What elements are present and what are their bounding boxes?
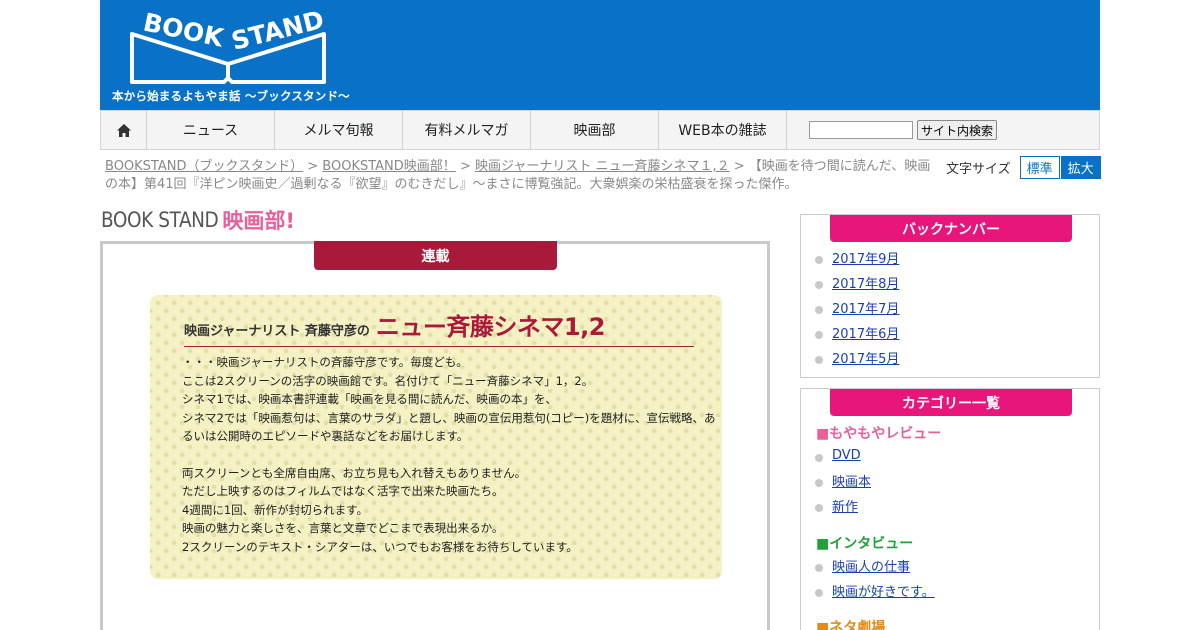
- category-link[interactable]: 映画が好きです。: [832, 581, 935, 600]
- nav-eigabu[interactable]: 映画部: [531, 111, 659, 149]
- intro-line: るいは公開時のエピソードや裏話などをお届けします。: [182, 429, 469, 443]
- breadcrumb-series[interactable]: 映画ジャーナリスト ニュー斉藤シネマ１,２: [475, 159, 730, 174]
- nav-melma-junpo[interactable]: メルマ旬報: [275, 111, 403, 149]
- breadcrumb-separator: >: [307, 159, 319, 174]
- backnumber-link[interactable]: 2017年6月: [832, 323, 899, 342]
- nav-web-hon-no-zasshi[interactable]: WEB本の雑誌: [659, 111, 787, 149]
- bullet-icon: [815, 280, 823, 289]
- category-heading-review: ■もやもやレビュー: [816, 426, 942, 442]
- category-list-interview: 映画人の仕事 映画が好きです。: [815, 553, 935, 603]
- list-item: 新作: [815, 493, 871, 518]
- breadcrumb-separator: >: [733, 159, 745, 174]
- bullet-icon: [815, 503, 823, 512]
- intro-line: シネマ1では、映画本書評連載「映画を見る間に読んだ、映画の本」を、: [182, 392, 557, 406]
- bullet-icon: [815, 305, 823, 314]
- list-item: DVD: [815, 443, 871, 468]
- series-badge: 連載: [314, 241, 557, 270]
- list-item: 映画が好きです。: [815, 578, 935, 603]
- font-size-switcher: 文字サイズ 標準 拡大: [946, 156, 1101, 179]
- section-title-sub: 映画部!: [222, 209, 295, 233]
- intro-line: 両スクリーンとも全席自由席、お立ち見も入れ替えもありません。: [182, 465, 527, 480]
- home-icon: [116, 123, 131, 137]
- section-title-main: BOOK STAND: [101, 208, 219, 232]
- global-nav: ニュース メルマ旬報 有料メルマガ 映画部 WEB本の雑誌 サイト内検索: [100, 110, 1100, 150]
- section-title: BOOK STAND 映画部!: [101, 205, 295, 235]
- bookstand-logo[interactable]: BOOK STAND: [128, 6, 333, 86]
- svg-text:BOOK: BOOK: [141, 8, 228, 54]
- backnumber-box: バックナンバー 2017年9月 2017年8月 2017年7月 2017年6月 …: [800, 214, 1100, 378]
- bullet-icon: [815, 588, 823, 597]
- nav-home[interactable]: [101, 111, 147, 149]
- article-box: 連載 映画ジャーナリスト 斉藤守彦の ニュー斉藤シネマ1,2 ・・・映画ジャーナ…: [100, 241, 770, 630]
- intro-line: 映画の魅力と楽しさを、言葉と文章でどこまで表現出来るか。: [182, 521, 504, 535]
- site-search: サイト内検索: [787, 111, 1099, 149]
- series-intro-header: 映画ジャーナリスト 斉藤守彦の ニュー斉藤シネマ1,2: [184, 311, 694, 347]
- category-box: カテゴリー一覧 ■もやもやレビュー DVD 映画本 新作 ■インタビュー 映画人…: [800, 388, 1100, 630]
- font-size-standard-button[interactable]: 標準: [1019, 156, 1060, 179]
- search-input[interactable]: [809, 121, 913, 139]
- category-heading-interview: ■インタビュー: [816, 536, 914, 552]
- bullet-icon: [815, 355, 823, 364]
- intro-line: シネマ2では「映画惹句は、言葉のサラダ」と題し、映画の宣伝用惹句(コピー)を題材…: [182, 410, 716, 425]
- font-size-label: 文字サイズ: [946, 162, 1011, 177]
- list-item: 映画本: [815, 468, 871, 493]
- intro-line: ・・・映画ジャーナリストの斉藤守彦です。毎度ども。: [182, 355, 468, 369]
- category-heading-neta: ■ネタ劇場: [816, 620, 886, 630]
- series-intro-text: ・・・映画ジャーナリストの斉藤守彦です。毎度ども。 ここは2スクリーンの活字の映…: [182, 353, 716, 556]
- intro-line: 2スクリーンのテキスト・シアターは、いつでもお客様をお待ちしています。: [182, 539, 578, 554]
- search-button[interactable]: サイト内検索: [917, 120, 998, 140]
- backnumber-list: 2017年9月 2017年8月 2017年7月 2017年6月 2017年5月: [815, 245, 899, 370]
- category-title: カテゴリー一覧: [830, 389, 1072, 416]
- nav-paid-melmaga[interactable]: 有料メルマガ: [403, 111, 531, 149]
- backnumber-link[interactable]: 2017年9月: [832, 248, 899, 267]
- site-tagline: 本から始まるよもやま話 〜ブックスタンド〜: [112, 89, 350, 103]
- backnumber-link[interactable]: 2017年5月: [832, 348, 899, 367]
- breadcrumb-eigabu[interactable]: BOOKSTAND映画部！: [322, 159, 456, 174]
- bullet-icon: [815, 330, 823, 339]
- breadcrumb-separator: >: [459, 159, 471, 174]
- series-name: ニュー斉藤シネマ1,2: [375, 313, 606, 341]
- breadcrumb-home[interactable]: BOOKSTAND（ブックスタンド）: [105, 159, 303, 174]
- bullet-icon: [815, 453, 823, 462]
- bullet-icon: [815, 478, 823, 487]
- list-item: 2017年8月: [815, 270, 899, 295]
- site-header: BOOK STAND 本から始まるよもやま話 〜ブックスタンド〜: [100, 0, 1100, 110]
- list-item: 2017年6月: [815, 320, 899, 345]
- intro-line: ここは2スクリーンの活字の映画館です。名付けて「ニュー斉藤シネマ」1，2。: [182, 373, 594, 388]
- category-link[interactable]: 新作: [832, 496, 858, 515]
- series-author: 映画ジャーナリスト 斉藤守彦の: [184, 324, 370, 339]
- backnumber-title: バックナンバー: [830, 215, 1072, 242]
- backnumber-link[interactable]: 2017年8月: [832, 273, 899, 292]
- intro-line: ただし上映するのはフィルムではなく活字で出来た映画たち。: [182, 484, 504, 498]
- bullet-icon: [815, 255, 823, 264]
- backnumber-link[interactable]: 2017年7月: [832, 298, 899, 317]
- list-item: 2017年5月: [815, 345, 899, 370]
- category-link[interactable]: DVD: [832, 448, 861, 463]
- category-link[interactable]: 映画人の仕事: [832, 556, 910, 575]
- series-intro-panel: 映画ジャーナリスト 斉藤守彦の ニュー斉藤シネマ1,2 ・・・映画ジャーナリスト…: [150, 295, 722, 579]
- bullet-icon: [815, 563, 823, 572]
- list-item: 2017年7月: [815, 295, 899, 320]
- nav-news[interactable]: ニュース: [147, 111, 275, 149]
- category-link[interactable]: 映画本: [832, 471, 871, 490]
- list-item: 2017年9月: [815, 245, 899, 270]
- list-item: 映画人の仕事: [815, 553, 935, 578]
- font-size-large-button[interactable]: 拡大: [1060, 156, 1101, 179]
- category-list-review: DVD 映画本 新作: [815, 443, 871, 518]
- intro-line: 4週間に1回、新作が封切られます。: [182, 502, 368, 517]
- breadcrumb: BOOKSTAND（ブックスタンド） > BOOKSTAND映画部！ > 映画ジ…: [105, 158, 940, 194]
